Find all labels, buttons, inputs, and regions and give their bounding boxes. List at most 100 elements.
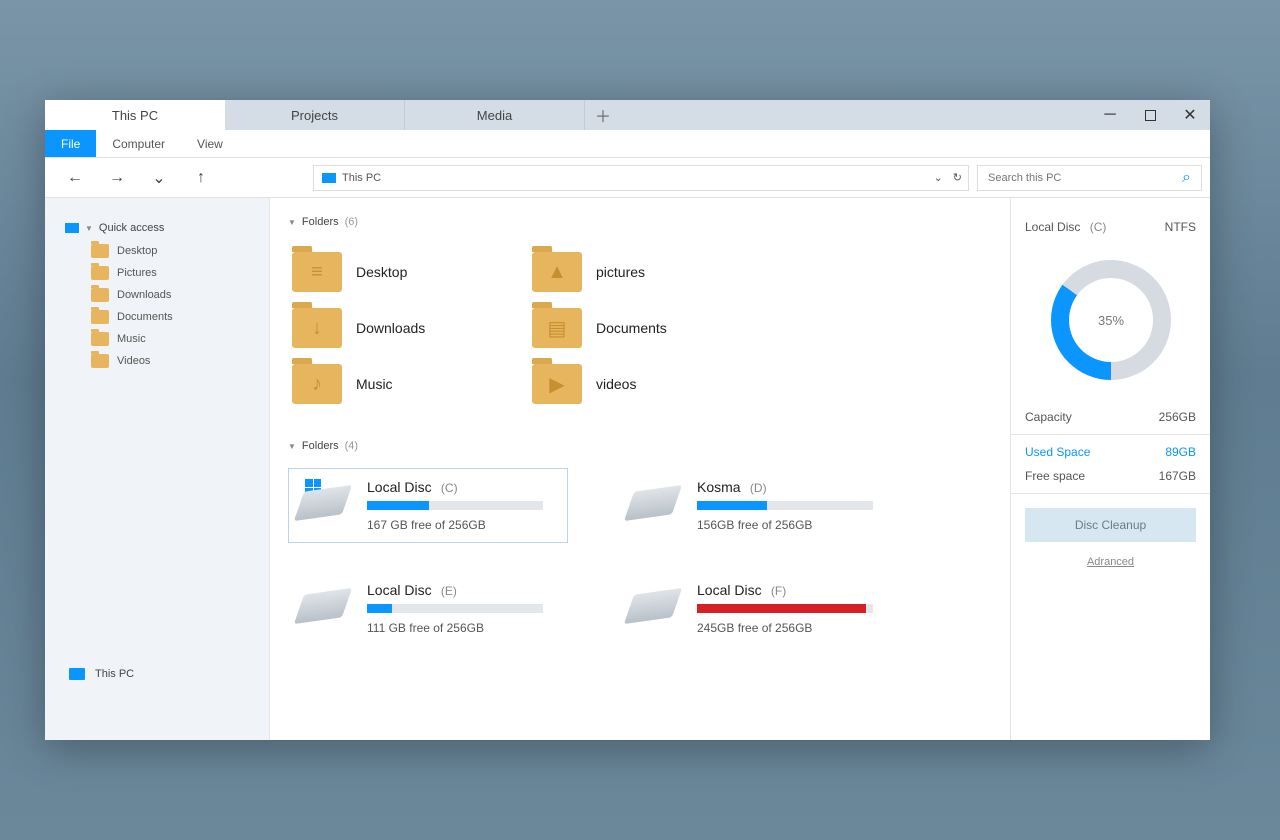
back-button[interactable]: ←: [65, 168, 85, 188]
new-tab-button[interactable]: ＋: [585, 100, 621, 130]
nav-buttons: ← → ⌄ ↑: [45, 158, 305, 197]
detail-name: Local Disc: [1025, 220, 1080, 234]
drive-item-D[interactable]: Kosma (D)156GB free of 256GB: [618, 468, 898, 543]
detail-label: Capacity: [1025, 410, 1072, 424]
menu-view[interactable]: View: [181, 130, 239, 157]
sidebar-item-label: Music: [117, 333, 146, 345]
chevron-down-icon[interactable]: ⌄: [934, 171, 943, 184]
maximize-button[interactable]: [1130, 100, 1170, 130]
drives-grid: Local Disc (C)167 GB free of 256GB Kosma …: [288, 468, 992, 646]
drive-letter: (C): [438, 481, 458, 495]
folder-item-videos[interactable]: ▶videos: [528, 356, 768, 412]
minimize-button[interactable]: ─: [1090, 100, 1130, 130]
drive-name: Local Disc (E): [367, 582, 557, 598]
drive-item-F[interactable]: Local Disc (F)245GB free of 256GB: [618, 571, 898, 646]
folder-label: Music: [356, 376, 393, 392]
menu-computer[interactable]: Computer: [96, 130, 181, 157]
disc-cleanup-button[interactable]: Disc Cleanup: [1025, 508, 1196, 542]
forward-button[interactable]: →: [107, 168, 127, 188]
folder-item-desktop[interactable]: ≡Desktop: [288, 244, 528, 300]
sidebar-item-desktop[interactable]: Desktop: [45, 240, 269, 262]
folder-icon: [91, 266, 109, 280]
drive-letter: (D): [747, 481, 767, 495]
chevron-down-icon: ▼: [85, 224, 93, 233]
close-button[interactable]: ✕: [1170, 100, 1210, 130]
usage-bar: [367, 501, 543, 510]
drive-icon: [299, 479, 351, 519]
doc-icon: ▤: [548, 316, 567, 341]
usage-bar: [697, 604, 873, 613]
folder-item-music[interactable]: ♪ Music: [288, 356, 528, 412]
chevron-down-icon: ▼: [288, 218, 296, 227]
sidebar-this-pc[interactable]: This PC: [45, 664, 269, 720]
sidebar-item-downloads[interactable]: Downloads: [45, 284, 269, 306]
quick-access-label: Quick access: [99, 222, 164, 234]
sidebar-item-videos[interactable]: Videos: [45, 350, 269, 372]
drive-info: Local Disc (C)167 GB free of 256GB: [367, 479, 557, 532]
address-bar[interactable]: This PC ⌄ ↻: [313, 165, 969, 191]
chevron-down-icon: ⌄: [152, 168, 165, 188]
sidebar-item-music[interactable]: Music: [45, 328, 269, 350]
folders-section-header[interactable]: ▼ Folders (6): [288, 216, 992, 228]
section-title: Folders: [302, 216, 339, 228]
usage-bar-fill: [367, 604, 392, 613]
recent-button[interactable]: ⌄: [149, 168, 169, 188]
detail-filesystem: NTFS: [1165, 220, 1196, 234]
folder-label: videos: [596, 376, 636, 392]
menu-label: File: [61, 137, 80, 151]
section-count: (6): [345, 216, 358, 228]
drive-name: Local Disc (C): [367, 479, 557, 495]
folder-item-downloads[interactable]: ↓Downloads: [288, 300, 528, 356]
menu-label: View: [197, 137, 223, 151]
sidebar-item-label: Videos: [117, 355, 150, 367]
refresh-icon[interactable]: ↻: [953, 171, 962, 184]
maximize-icon: [1145, 110, 1156, 121]
folders-grid: ≡Desktop▲pictures↓Downloads ▤ Documents ♪ Mu…: [288, 244, 992, 412]
plus-icon: ＋: [595, 103, 611, 127]
sidebar-item-label: Documents: [117, 311, 173, 323]
divider: [1011, 493, 1210, 494]
main-area: ▼ Quick access Desktop Pictures Download…: [45, 198, 1210, 740]
sidebar-item-pictures[interactable]: Pictures: [45, 262, 269, 284]
sidebar-item-label: Pictures: [117, 267, 157, 279]
monitor-icon: [69, 668, 85, 680]
drive-icon: [629, 582, 681, 622]
detail-letter: (C): [1090, 220, 1107, 234]
drive-item-C[interactable]: Local Disc (C)167 GB free of 256GB: [288, 468, 568, 543]
usage-ring: 35%: [1025, 260, 1196, 380]
folder-item-pictures[interactable]: ▲pictures: [528, 244, 768, 300]
tab-this-pc[interactable]: This PC: [45, 100, 225, 130]
section-count: (4): [345, 440, 358, 452]
tab-label: This PC: [112, 108, 158, 123]
file-explorer-window: This PC Projects Media ＋ ─ ✕ File Comput…: [45, 100, 1210, 740]
tab-media[interactable]: Media: [405, 100, 585, 130]
search-box[interactable]: ⌕: [977, 165, 1202, 191]
detail-label: Free space: [1025, 469, 1085, 483]
folder-item-documents[interactable]: ▤ Documents: [528, 300, 768, 356]
tab-bar: This PC Projects Media ＋ ─ ✕: [45, 100, 1210, 130]
drive-item-E[interactable]: Local Disc (E) 111 GB free of 256GB: [288, 571, 568, 646]
drive-letter: (F): [768, 584, 787, 598]
arrow-right-icon: →: [109, 169, 125, 187]
quick-access-header[interactable]: ▼ Quick access: [45, 218, 269, 240]
folder-label: Documents: [596, 320, 667, 336]
search-icon[interactable]: ⌕: [1182, 169, 1191, 187]
drives-section-header[interactable]: ▼ Folders (4): [288, 440, 992, 452]
sidebar-item-label: Desktop: [117, 245, 157, 257]
folder-icon: ♪: [292, 364, 342, 404]
tab-projects[interactable]: Projects: [225, 100, 405, 130]
drive-status: 111 GB free of 256GB: [367, 621, 557, 635]
quick-access-icon: [65, 223, 79, 233]
this-pc-icon: [322, 173, 336, 183]
up-button[interactable]: ↑: [191, 168, 211, 188]
search-input[interactable]: [988, 172, 1182, 184]
close-icon: ✕: [1183, 105, 1196, 125]
divider: [1011, 434, 1210, 435]
minimize-icon: ─: [1104, 106, 1115, 124]
drive-info: Local Disc (F)245GB free of 256GB: [697, 582, 887, 635]
menu-file[interactable]: File: [45, 130, 96, 157]
free-space-row: Free space 167GB: [1025, 469, 1196, 483]
advanced-link[interactable]: Adranced: [1025, 556, 1196, 568]
usage-bar-fill: [697, 604, 866, 613]
sidebar-item-documents[interactable]: Documents: [45, 306, 269, 328]
